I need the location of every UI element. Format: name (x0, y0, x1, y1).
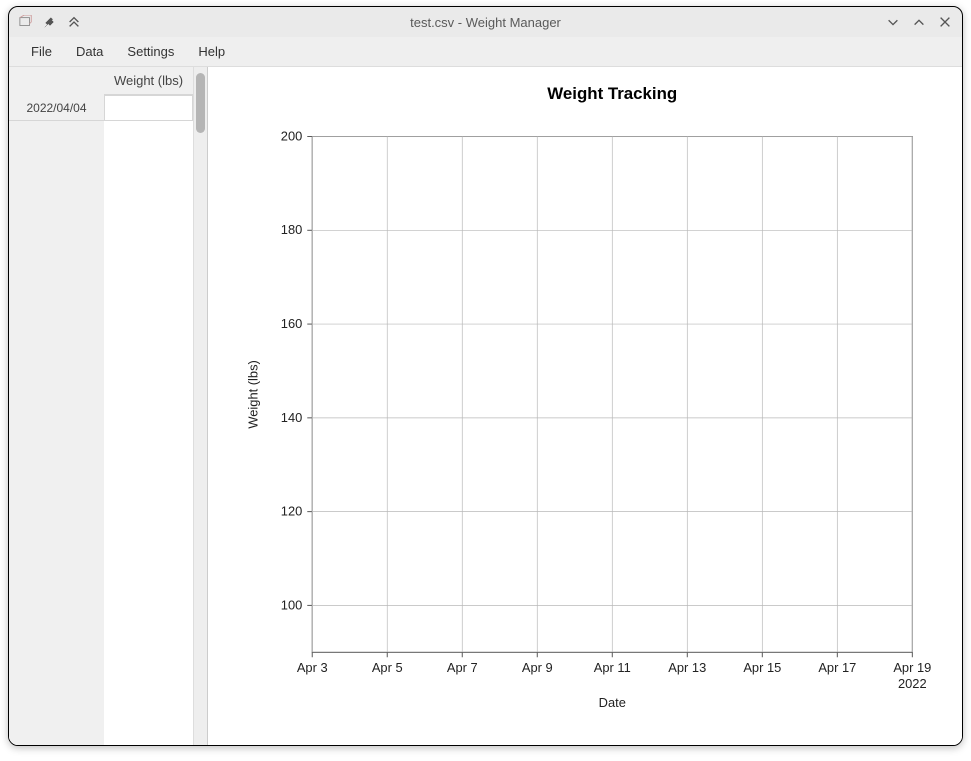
menubar: File Data Settings Help (9, 37, 962, 67)
close-icon[interactable] (938, 15, 952, 29)
x-tick-label: Apr 13 (668, 660, 706, 675)
x-tick-label: Apr 3 (297, 660, 328, 675)
x-tick-label: Apr 11 (594, 660, 631, 675)
chart-title: Weight Tracking (547, 84, 677, 103)
y-tick-label: 100 (281, 597, 302, 612)
x-tick-label: Apr 19 (893, 660, 931, 675)
content-area: Weight (lbs) 2022/04/04 Weight Tracking 1… (9, 67, 962, 745)
y-tick-label: 120 (281, 504, 302, 519)
y-tick-label: 140 (281, 410, 302, 425)
menu-file[interactable]: File (19, 39, 64, 64)
cell-weight[interactable] (104, 95, 193, 121)
x-tick-label: Apr 5 (372, 660, 403, 675)
app-menu-icon[interactable] (19, 15, 33, 29)
weight-chart: Weight Tracking 100 120 140 160 180 200 Apr 3 Ap… (218, 77, 952, 735)
y-axis-label: Weight (lbs) (246, 360, 261, 428)
menu-help[interactable]: Help (186, 39, 237, 64)
window-title: test.csv - Weight Manager (99, 15, 872, 30)
x-tick-label: Apr 17 (818, 660, 856, 675)
data-table: Weight (lbs) 2022/04/04 (9, 67, 193, 745)
menu-data[interactable]: Data (64, 39, 115, 64)
menu-settings[interactable]: Settings (115, 39, 186, 64)
x-axis-label: Date (599, 695, 626, 710)
column-header-weight[interactable]: Weight (lbs) (104, 67, 193, 95)
scroll-thumb[interactable] (196, 73, 205, 133)
app-window: test.csv - Weight Manager File Data Sett… (8, 6, 963, 746)
table-header-row: Weight (lbs) (9, 67, 193, 95)
titlebar-right-controls (872, 15, 952, 29)
table-row: 2022/04/04 (9, 95, 193, 121)
table-empty-area (9, 121, 193, 745)
y-tick-label: 160 (281, 316, 302, 331)
table-corner (9, 67, 104, 95)
titlebar-left-controls (19, 15, 99, 29)
chevron-up-double-icon[interactable] (67, 15, 81, 29)
row-header-empty (9, 121, 104, 745)
x-tick-label: Apr 15 (743, 660, 781, 675)
titlebar: test.csv - Weight Manager (9, 7, 962, 37)
x-tick-label: Apr 9 (522, 660, 553, 675)
chart-panel: Weight Tracking 100 120 140 160 180 200 Apr 3 Ap… (207, 67, 962, 745)
row-header-date[interactable]: 2022/04/04 (9, 95, 104, 121)
pin-icon[interactable] (43, 15, 57, 29)
maximize-icon[interactable] (912, 15, 926, 29)
y-tick-label: 200 (281, 128, 302, 143)
y-tick-label: 180 (281, 222, 302, 237)
cells-empty (104, 121, 193, 745)
x-year-label: 2022 (898, 676, 927, 691)
data-table-panel: Weight (lbs) 2022/04/04 (9, 67, 207, 745)
minimize-icon[interactable] (886, 15, 900, 29)
table-scrollbar[interactable] (193, 67, 207, 745)
x-tick-label: Apr 7 (447, 660, 478, 675)
